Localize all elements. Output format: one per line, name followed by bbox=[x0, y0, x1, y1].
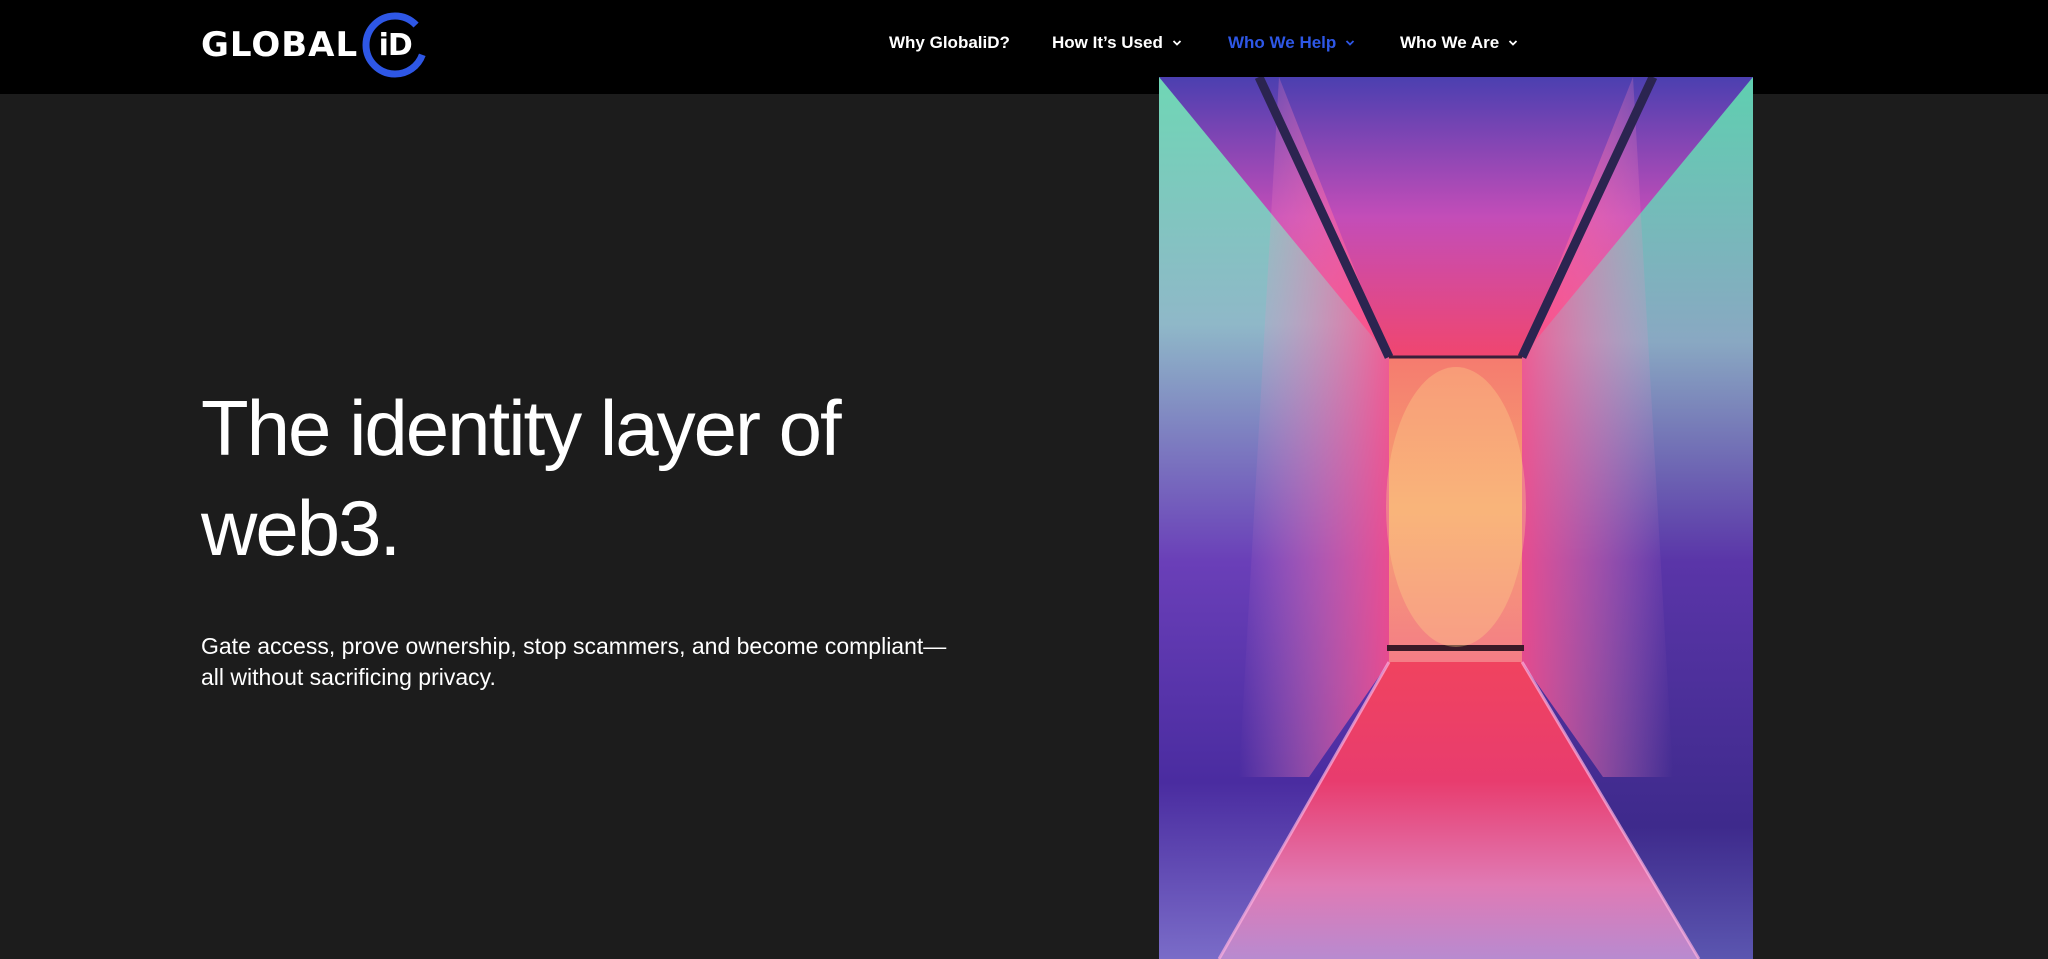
hero-headline-line-1: The identity layer of bbox=[201, 384, 842, 472]
chevron-down-icon bbox=[1172, 40, 1181, 46]
hero-headline-line-2: web3. bbox=[201, 484, 401, 572]
hero-subtext-line-1: Gate access, prove ownership, stop scamm… bbox=[201, 633, 947, 659]
nav-item-label: Who We Help bbox=[1228, 33, 1337, 52]
nav-item-label: Who We Are bbox=[1400, 33, 1500, 52]
nav-item-label: Why GlobaliD? bbox=[889, 33, 1010, 52]
hero-subtext-line-2: all without sacrificing privacy. bbox=[201, 664, 496, 690]
nav-item-why-globalid[interactable]: Why GlobaliD? bbox=[889, 33, 1010, 53]
hero-subtext: Gate access, prove ownership, stop scamm… bbox=[201, 631, 1021, 693]
nav-item-label: How It’s Used bbox=[1052, 33, 1163, 52]
nav-item-who-we-help[interactable]: Who We Help bbox=[1228, 33, 1355, 53]
hero-headline: The identity layer of web3. bbox=[201, 378, 1021, 578]
chevron-down-icon bbox=[1346, 40, 1355, 46]
nav-item-who-we-are[interactable]: Who We Are bbox=[1400, 33, 1518, 53]
neon-hallway-photo bbox=[1159, 77, 1753, 959]
nav-item-how-its-used[interactable]: How It’s Used bbox=[1052, 33, 1182, 53]
chevron-down-icon bbox=[1509, 40, 1518, 46]
